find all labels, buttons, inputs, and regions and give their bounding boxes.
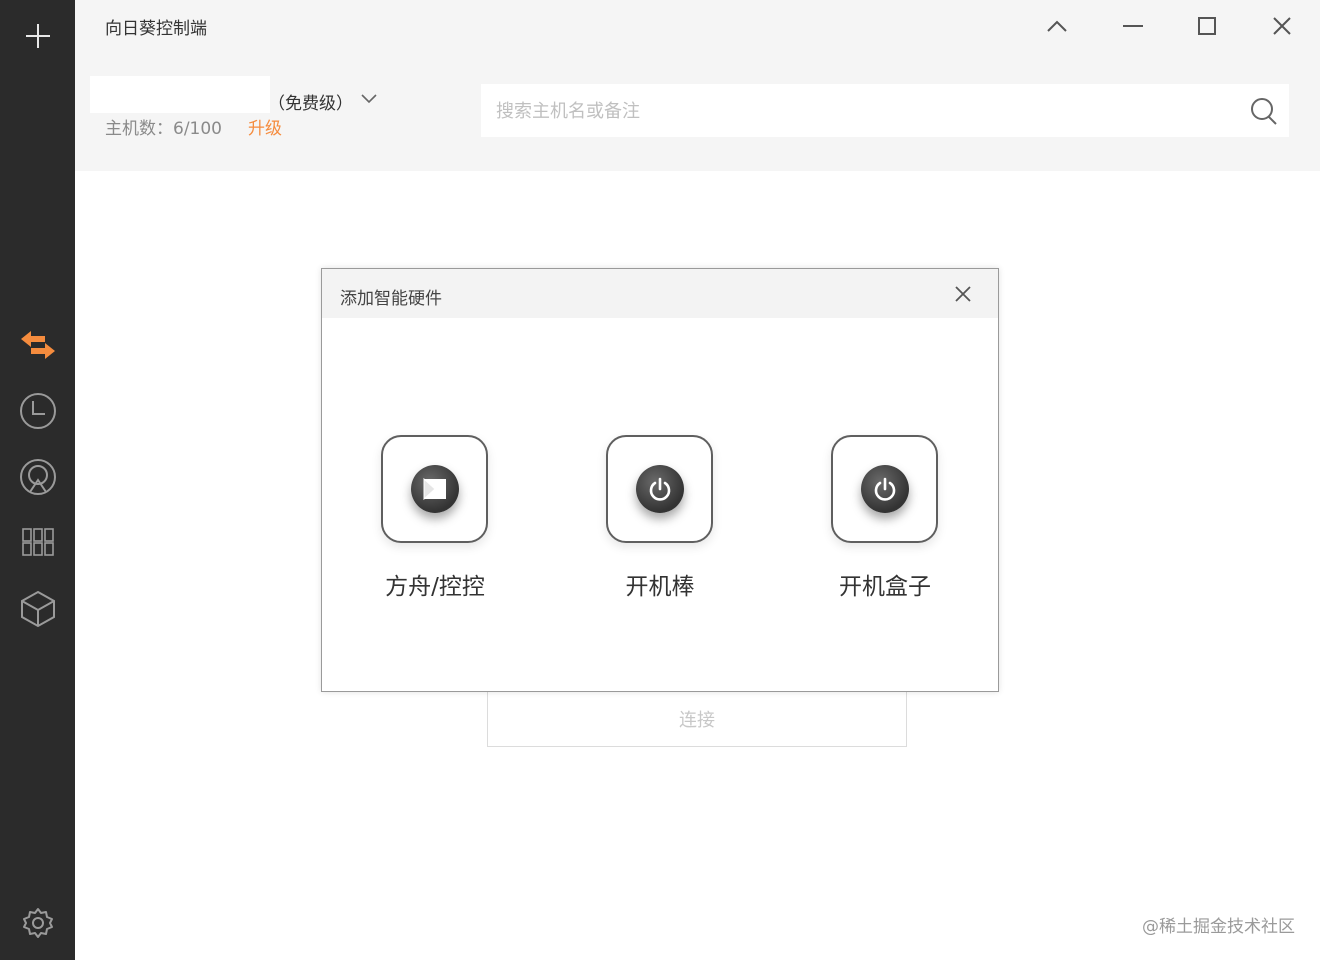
- hardware-tile: [831, 435, 938, 543]
- sidebar: [0, 0, 75, 960]
- dialog-close-button[interactable]: [950, 281, 976, 307]
- hardware-item-ark[interactable]: 方舟/控控: [355, 435, 515, 605]
- power-icon: [635, 465, 684, 513]
- sidebar-item-history[interactable]: [0, 383, 75, 439]
- hardware-label: 方舟/控控: [385, 574, 485, 600]
- maximize-button[interactable]: [1189, 8, 1225, 44]
- dialog-title: 添加智能硬件: [340, 289, 442, 309]
- clock-icon: [19, 393, 56, 429]
- host-count: 主机数：6/100: [105, 119, 222, 139]
- account-name: [90, 76, 270, 113]
- hardware-label: 开机棒: [625, 574, 695, 600]
- ark-play-icon: [410, 465, 459, 513]
- sidebar-add-button[interactable]: [0, 8, 75, 64]
- dialog-header: 添加智能硬件: [322, 269, 998, 318]
- hardware-item-power-box[interactable]: 开机盒子: [805, 435, 965, 605]
- sidebar-item-hardware[interactable]: [0, 581, 75, 637]
- add-hardware-dialog: 添加智能硬件 方舟/控控 开机棒 开机盒子: [321, 268, 999, 692]
- close-icon: [1273, 17, 1291, 35]
- chevron-down-icon: [361, 94, 377, 104]
- search-box: [481, 84, 1289, 139]
- watermark: @稀土掘金技术社区: [1142, 917, 1295, 937]
- power-icon: [860, 465, 909, 513]
- minimize-icon: [1123, 25, 1143, 27]
- maximize-icon: [1198, 17, 1216, 35]
- hardware-tile: [606, 435, 713, 543]
- sidebar-item-apps[interactable]: [0, 514, 75, 570]
- close-button[interactable]: [1264, 8, 1300, 44]
- gear-icon: [22, 908, 53, 938]
- app-title: 向日葵控制端: [105, 19, 207, 39]
- cube-icon: [20, 590, 55, 628]
- minimize-button[interactable]: [1115, 8, 1151, 44]
- hardware-tile: [381, 435, 488, 543]
- sidebar-settings-button[interactable]: [0, 895, 75, 951]
- grid-icon: [21, 528, 54, 556]
- top-bar: 向日葵控制端 （免费级） 主机数：6/100 升级 搜索主机名或备注: [75, 0, 1320, 171]
- search-icon[interactable]: [1249, 96, 1279, 126]
- search-input[interactable]: [481, 84, 1258, 139]
- hardware-item-power-stick[interactable]: 开机棒: [580, 435, 740, 605]
- location-icon: [19, 459, 56, 495]
- connect-button[interactable]: 连接: [487, 690, 907, 747]
- collapse-button[interactable]: [1039, 8, 1075, 44]
- sidebar-item-remote-control[interactable]: [0, 317, 75, 373]
- hardware-label: 开机盒子: [839, 574, 931, 600]
- plus-icon: [25, 24, 50, 48]
- plan-label: （免费级）: [268, 94, 353, 114]
- upgrade-link[interactable]: 升级: [248, 114, 282, 139]
- close-icon: [955, 286, 971, 302]
- sidebar-item-discovery[interactable]: [0, 449, 75, 505]
- swap-arrows-icon: [20, 331, 55, 359]
- account-dropdown-button[interactable]: [358, 88, 380, 110]
- chevron-up-icon: [1047, 20, 1067, 32]
